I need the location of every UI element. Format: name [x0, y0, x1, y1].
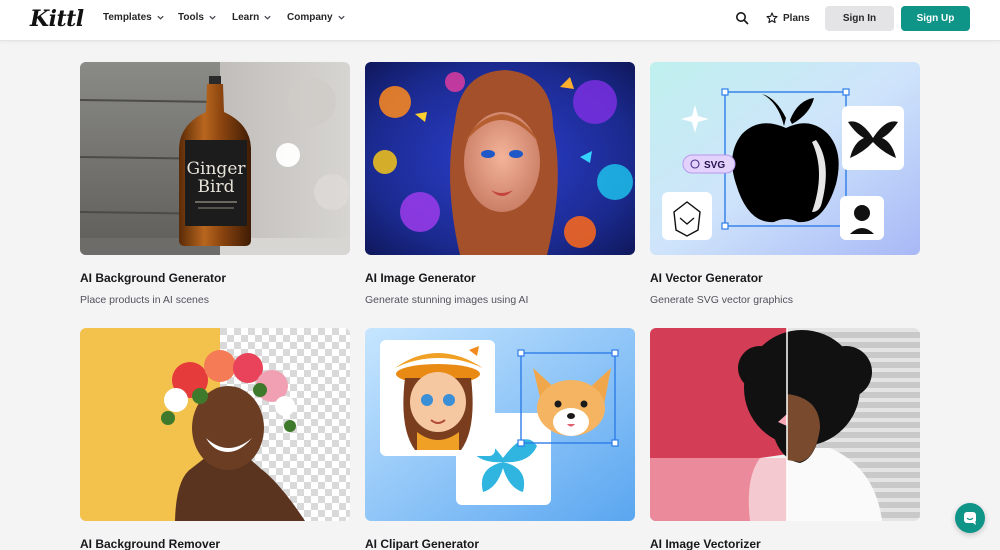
search-icon[interactable] — [735, 11, 749, 25]
nav-tools[interactable]: Tools — [178, 12, 217, 23]
chevron-down-icon — [157, 15, 164, 20]
card-title: AI Image Generator — [365, 271, 476, 285]
card-thumbnail — [365, 328, 635, 521]
nav-company-label: Company — [287, 12, 333, 23]
fantasy-portrait-image — [365, 62, 635, 255]
nav-company[interactable]: Company — [287, 12, 346, 23]
card-description: Generate SVG vector graphics — [650, 294, 793, 306]
sign-up-button[interactable]: Sign Up — [901, 6, 970, 31]
nav-templates[interactable]: Templates — [103, 12, 165, 23]
card-thumbnail: SVG — [650, 62, 920, 255]
svg-badge: SVG — [704, 160, 725, 171]
card-thumbnail — [80, 328, 350, 521]
plans-label: Plans — [783, 12, 810, 24]
card-thumbnail: Ginger Bird — [80, 62, 350, 255]
bottle-label-ginger: Ginger — [186, 159, 246, 179]
kittl-logo[interactable]: Kittl — [30, 6, 84, 32]
nav-learn-label: Learn — [232, 12, 260, 23]
card-title: AI Vector Generator — [650, 271, 763, 285]
chevron-down-icon — [337, 15, 345, 20]
card-thumbnail — [650, 328, 920, 521]
plans-link[interactable]: Plans — [766, 12, 810, 24]
card-description: Place products in AI scenes — [80, 294, 209, 306]
top-navbar: Kittl Templates Tools Learn Company Plan… — [0, 0, 1000, 41]
chat-support-button[interactable] — [955, 503, 985, 533]
nav-templates-label: Templates — [103, 12, 152, 23]
vector-apple-image: SVG — [650, 62, 920, 255]
chevron-down-icon — [264, 15, 271, 20]
card-title: AI Image Vectorizer — [650, 537, 761, 550]
vectorized-portrait-image — [650, 328, 920, 521]
clipart-stickers-image — [365, 328, 635, 521]
card-description: Generate stunning images using AI — [365, 294, 529, 306]
chat-icon — [964, 512, 976, 525]
card-title: AI Background Remover — [80, 537, 221, 550]
nav-learn[interactable]: Learn — [232, 12, 272, 23]
card-title: AI Background Generator — [80, 271, 227, 285]
flower-crown-portrait-image — [80, 328, 350, 521]
card-thumbnail — [365, 62, 635, 255]
chevron-down-icon — [209, 15, 216, 20]
card-title: AI Clipart Generator — [365, 537, 480, 550]
nav-tools-label: Tools — [178, 12, 204, 23]
sign-in-button[interactable]: Sign In — [825, 6, 894, 31]
bottle-label-bird: Bird — [198, 177, 235, 197]
ginger-bird-bottle-image: Ginger Bird — [80, 62, 350, 255]
star-icon — [766, 12, 778, 24]
